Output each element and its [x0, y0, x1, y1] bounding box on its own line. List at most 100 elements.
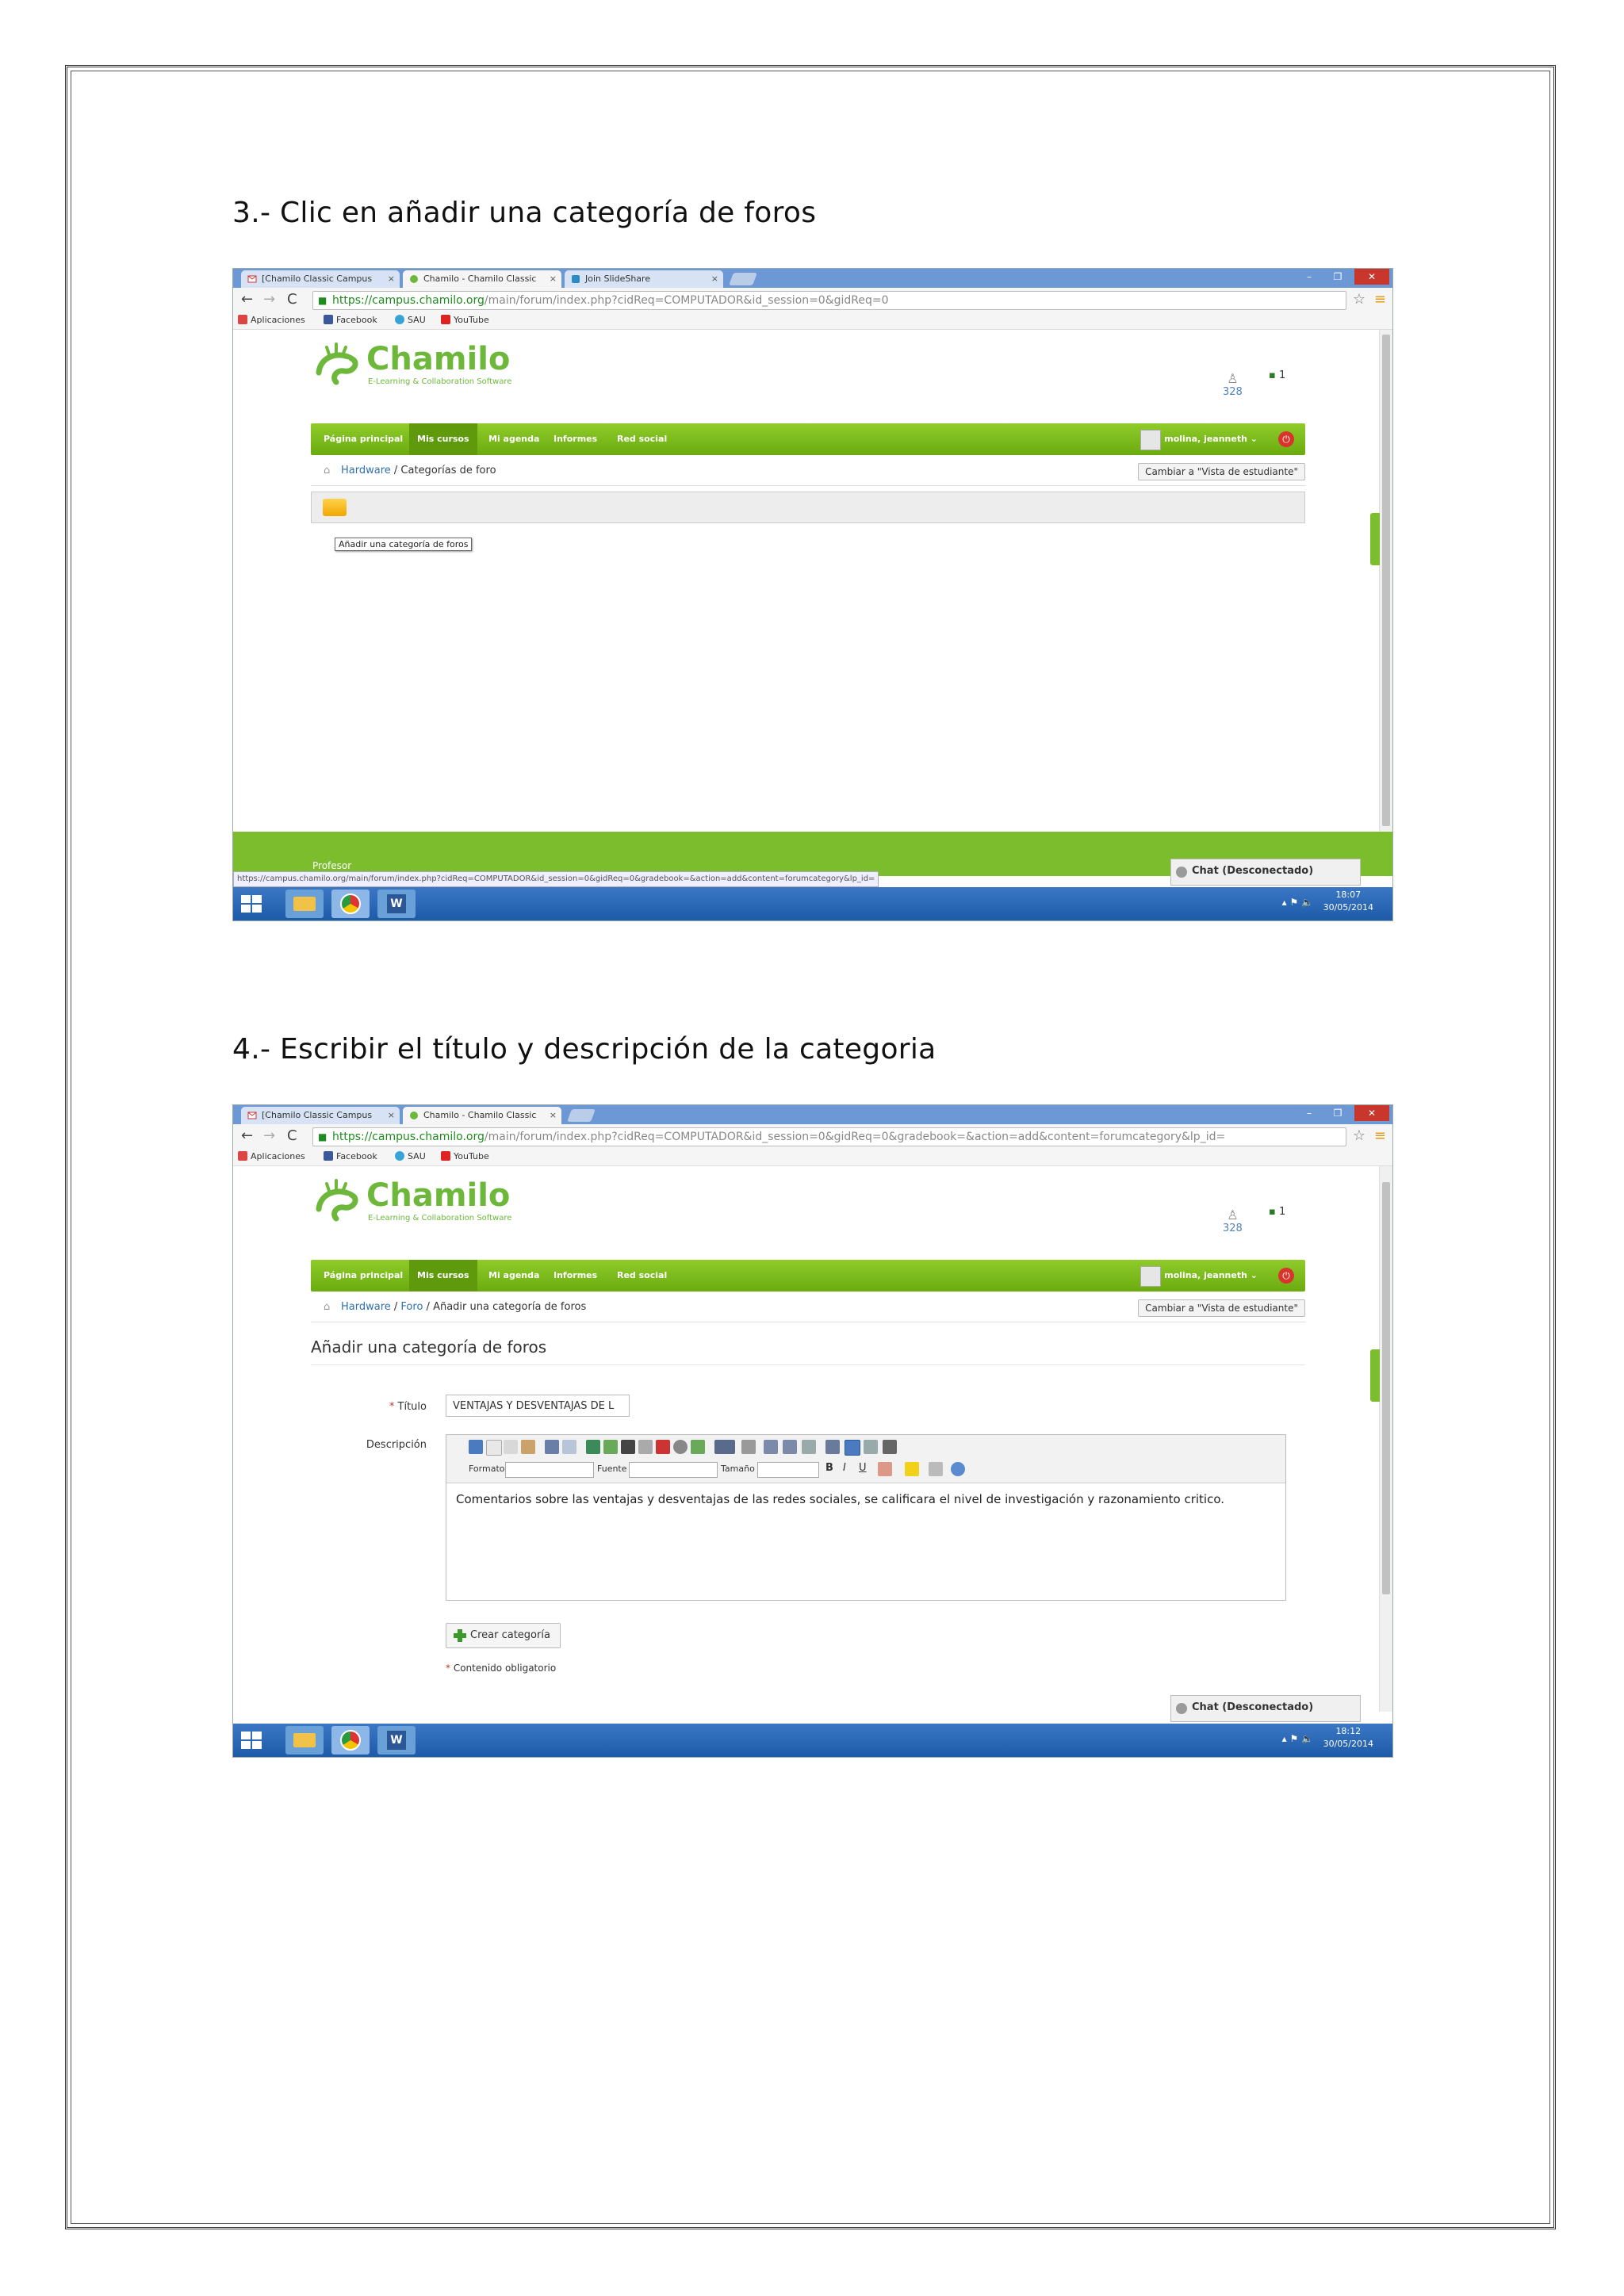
menu-icon[interactable]: ≡: [1374, 291, 1386, 308]
scrollbar[interactable]: [1379, 1166, 1392, 1712]
close-icon[interactable]: ×: [550, 270, 557, 288]
restore-icon[interactable]: ❐: [1326, 269, 1350, 285]
undo-icon[interactable]: [545, 1440, 559, 1454]
font-select[interactable]: [629, 1462, 718, 1478]
restore-icon[interactable]: ❐: [1326, 1105, 1350, 1121]
highlight-icon[interactable]: [905, 1462, 919, 1476]
horizontal-rule-icon[interactable]: [802, 1440, 816, 1454]
bookmark-facebook[interactable]: Facebook: [324, 312, 377, 329]
home-icon[interactable]: ⌂: [324, 457, 330, 485]
menu-icon[interactable]: ≡: [1374, 1127, 1386, 1144]
chrome-icon[interactable]: [331, 890, 370, 918]
menu-agenda[interactable]: Mi agenda: [481, 1260, 547, 1292]
bookmark-sau[interactable]: SAU: [395, 312, 426, 329]
close-icon[interactable]: ×: [388, 270, 395, 288]
word-icon[interactable]: W: [377, 1726, 416, 1755]
scroll-thumb[interactable]: [1382, 335, 1390, 826]
align-center-icon[interactable]: [864, 1440, 878, 1454]
minimize-icon[interactable]: –: [1297, 1105, 1321, 1121]
tray-icons[interactable]: ▴ ⚑ 🔈: [1282, 1733, 1313, 1744]
chrome-icon[interactable]: [331, 1726, 370, 1755]
back-icon[interactable]: ←: [241, 1127, 253, 1144]
star-icon[interactable]: ☆: [1353, 291, 1365, 308]
bookmark-apps[interactable]: Aplicaciones: [238, 312, 305, 329]
link-icon[interactable]: [586, 1440, 600, 1454]
bookmark-sau[interactable]: SAU: [395, 1148, 426, 1165]
scrollbar[interactable]: [1379, 330, 1392, 875]
numbered-list-icon[interactable]: [783, 1440, 797, 1454]
menu-home[interactable]: Página principal: [316, 423, 411, 455]
users-online-count[interactable]: ♙ 328: [1223, 1207, 1243, 1234]
side-tab[interactable]: [1370, 1349, 1380, 1402]
chamilo-logo[interactable]: Chamilo E-Learning & Collaboration Softw…: [312, 341, 511, 388]
forward-icon[interactable]: →: [263, 1127, 275, 1144]
connected-count[interactable]: ▪ 1: [1269, 369, 1285, 381]
align-justify-icon[interactable]: [883, 1440, 897, 1454]
bookmark-youtube[interactable]: YouTube: [441, 1148, 489, 1165]
menu-reports[interactable]: Informes: [546, 423, 605, 455]
users-online-count[interactable]: ♙ 328: [1223, 371, 1243, 398]
crumb-course[interactable]: Hardware: [341, 1301, 391, 1313]
create-category-button[interactable]: Crear categoría: [446, 1623, 561, 1648]
crumb-course[interactable]: Hardware: [341, 465, 391, 476]
tab-gmail[interactable]: [Chamilo Classic Campus ×: [241, 1107, 400, 1124]
size-select[interactable]: [757, 1462, 819, 1478]
close-window-icon[interactable]: ✕: [1354, 269, 1389, 285]
clock[interactable]: 18:07 30/05/2014: [1323, 889, 1373, 914]
special-char-icon[interactable]: [673, 1440, 688, 1454]
logout-icon[interactable]: ⏻: [1278, 431, 1294, 447]
home-icon[interactable]: ⌂: [324, 1293, 330, 1322]
redo-icon[interactable]: [562, 1440, 576, 1454]
student-view-button[interactable]: Cambiar a "Vista de estudiante": [1138, 1299, 1305, 1317]
flash-icon[interactable]: [638, 1440, 653, 1454]
bookmark-youtube[interactable]: YouTube: [441, 312, 489, 329]
format-select[interactable]: [505, 1462, 594, 1478]
video-icon[interactable]: [621, 1440, 635, 1454]
crumb-forum[interactable]: Foro: [400, 1301, 423, 1313]
paste-icon[interactable]: [521, 1440, 535, 1454]
menu-agenda[interactable]: Mi agenda: [481, 423, 547, 455]
connected-count[interactable]: ▪ 1: [1269, 1206, 1285, 1218]
title-input[interactable]: VENTAJAS Y DESVENTAJAS DE L: [446, 1395, 630, 1417]
minimize-icon[interactable]: –: [1297, 269, 1321, 285]
explorer-icon[interactable]: [285, 1726, 324, 1755]
menu-social[interactable]: Red social: [609, 1260, 675, 1292]
maximize-icon[interactable]: [825, 1440, 840, 1454]
reload-icon[interactable]: C: [287, 1127, 297, 1144]
add-forum-category-icon[interactable]: [323, 499, 347, 516]
youtube-embed-icon[interactable]: [656, 1440, 670, 1454]
clock[interactable]: 18:12 30/05/2014: [1323, 1725, 1373, 1751]
forward-icon[interactable]: →: [263, 291, 275, 308]
close-icon[interactable]: ×: [711, 270, 718, 288]
student-view-button[interactable]: Cambiar a "Vista de estudiante": [1138, 463, 1305, 480]
chat-widget[interactable]: Chat (Desconectado): [1170, 859, 1361, 886]
menu-my-courses[interactable]: Mis cursos: [409, 423, 477, 455]
tray-icons[interactable]: ▴ ⚑ 🔈: [1282, 897, 1313, 908]
side-tab[interactable]: [1370, 513, 1380, 565]
tab-slideshare[interactable]: Join SlideShare ×: [565, 270, 723, 288]
remove-format-icon[interactable]: [929, 1462, 943, 1476]
bookmark-apps[interactable]: Aplicaciones: [238, 1148, 305, 1165]
menu-home[interactable]: Página principal: [316, 1260, 411, 1292]
reload-icon[interactable]: C: [287, 291, 297, 308]
bookmark-facebook[interactable]: Facebook: [324, 1148, 377, 1165]
menu-social[interactable]: Red social: [609, 423, 675, 455]
bullet-list-icon[interactable]: [764, 1440, 778, 1454]
tab-chamilo[interactable]: Chamilo - Chamilo Classic ×: [403, 1107, 561, 1124]
close-icon[interactable]: ×: [388, 1107, 395, 1124]
address-bar[interactable]: ■ https://campus.chamilo.org/main/forum/…: [312, 291, 1346, 310]
user-menu[interactable]: molina, jeanneth ⌄: [1140, 1260, 1258, 1292]
close-window-icon[interactable]: ✕: [1354, 1105, 1389, 1121]
user-menu[interactable]: molina, jeanneth ⌄: [1140, 423, 1258, 455]
copy-icon[interactable]: [504, 1440, 518, 1454]
close-icon[interactable]: ×: [550, 1107, 557, 1124]
star-icon[interactable]: ☆: [1353, 1127, 1365, 1144]
new-tab-button[interactable]: [729, 273, 757, 285]
back-icon[interactable]: ←: [241, 291, 253, 308]
chamilo-logo[interactable]: Chamilo E-Learning & Collaboration Softw…: [312, 1177, 511, 1225]
chat-widget[interactable]: Chat (Desconectado): [1170, 1695, 1361, 1722]
table-icon[interactable]: [714, 1440, 735, 1454]
scroll-thumb[interactable]: [1382, 1182, 1390, 1594]
new-tab-button[interactable]: [567, 1109, 596, 1122]
bold-icon[interactable]: B: [825, 1462, 833, 1474]
